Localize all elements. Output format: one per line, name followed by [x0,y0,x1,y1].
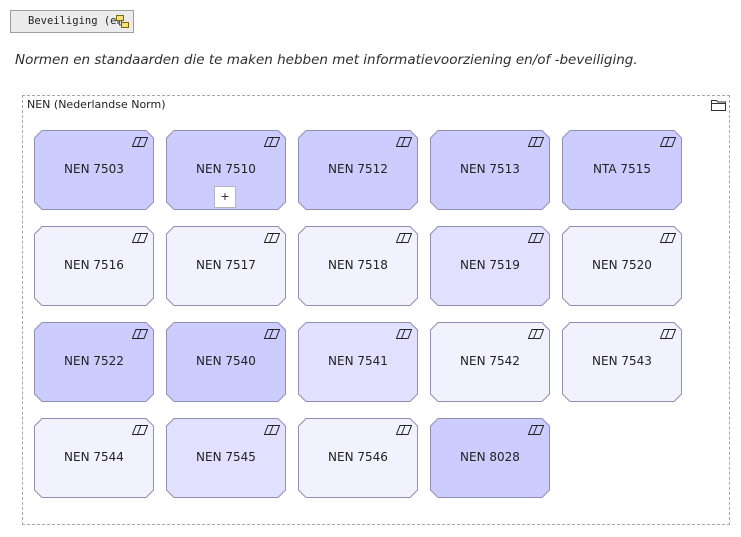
representation-icon [396,233,412,243]
representation-icon [132,329,148,339]
element-nen-7518[interactable]: NEN 7518 [298,226,418,306]
element-nen-7541[interactable]: NEN 7541 [298,322,418,402]
element-label: NEN 7520 [592,258,652,272]
element-nen-8028[interactable]: NEN 8028 [430,418,550,498]
representation-icon [396,329,412,339]
element-label: NEN 7540 [196,354,256,368]
element-nen-7512[interactable]: NEN 7512 [298,130,418,210]
view-tab[interactable]: Beveiliging (en [10,10,134,33]
element-nen-7543[interactable]: NEN 7543 [562,322,682,402]
element-label: NEN 7546 [328,450,388,464]
representation-icon [264,329,280,339]
element-nen-7513[interactable]: NEN 7513 [430,130,550,210]
element-label: NEN 7544 [64,450,124,464]
representation-icon [396,137,412,147]
element-label: NEN 7513 [460,162,520,176]
element-label: NEN 7522 [64,354,124,368]
representation-icon [264,137,280,147]
expand-button[interactable]: + [214,186,236,208]
element-nen-7510[interactable]: NEN 7510 + [166,130,286,210]
representation-icon [264,233,280,243]
element-nen-7544[interactable]: NEN 7544 [34,418,154,498]
element-nen-7542[interactable]: NEN 7542 [430,322,550,402]
element-label: NEN 8028 [460,450,520,464]
element-nen-7520[interactable]: NEN 7520 [562,226,682,306]
representation-icon [660,137,676,147]
representation-icon [132,425,148,435]
element-label: NTA 7515 [593,162,651,176]
representation-icon [396,425,412,435]
element-nen-7519[interactable]: NEN 7519 [430,226,550,306]
element-nen-7545[interactable]: NEN 7545 [166,418,286,498]
element-label: NEN 7510 [196,162,256,176]
representation-icon [528,233,544,243]
group-label: NEN (Nederlandse Norm) [27,98,166,111]
view-tab-label: Beveiliging (en [28,15,123,27]
representation-icon [660,329,676,339]
element-nen-7522[interactable]: NEN 7522 [34,322,154,402]
element-label: NEN 7543 [592,354,652,368]
representation-icon [528,329,544,339]
folder-icon [711,100,726,111]
element-label: NEN 7542 [460,354,520,368]
representation-icon [660,233,676,243]
element-label: NEN 7518 [328,258,388,272]
element-label: NEN 7512 [328,162,388,176]
element-label: NEN 7541 [328,354,388,368]
element-label: NEN 7503 [64,162,124,176]
element-nen-7516[interactable]: NEN 7516 [34,226,154,306]
nen-group[interactable]: NEN (Nederlandse Norm) NEN 7503 NEN 7510 +… [22,95,730,525]
representation-icon [264,425,280,435]
representation-icon [528,137,544,147]
element-label: NEN 7517 [196,258,256,272]
representation-icon [132,137,148,147]
representation-icon [132,233,148,243]
view-icon [116,15,129,28]
element-label: NEN 7519 [460,258,520,272]
element-nen-7503[interactable]: NEN 7503 [34,130,154,210]
element-nta-7515[interactable]: NTA 7515 [562,130,682,210]
representation-icon [528,425,544,435]
element-nen-7540[interactable]: NEN 7540 [166,322,286,402]
element-label: NEN 7545 [196,450,256,464]
element-label: NEN 7516 [64,258,124,272]
view-description: Normen en standaarden die te maken hebbe… [15,52,638,68]
element-nen-7517[interactable]: NEN 7517 [166,226,286,306]
element-nen-7546[interactable]: NEN 7546 [298,418,418,498]
